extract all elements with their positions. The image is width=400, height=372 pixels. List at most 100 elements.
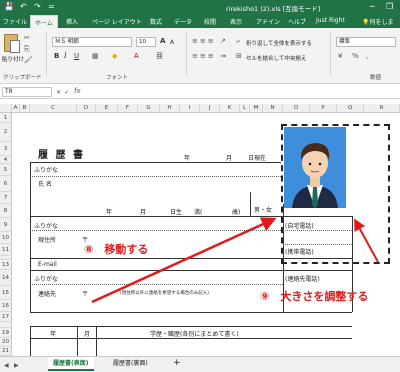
row-header[interactable]: 16 — [0, 300, 12, 312]
row-header[interactable]: 11 — [0, 244, 12, 256]
font-size-box[interactable]: 10 — [136, 37, 156, 47]
row-header[interactable]: 19 — [0, 328, 12, 338]
currency-icon[interactable]: ¥ — [338, 52, 342, 61]
column-header[interactable]: J — [200, 104, 220, 113]
row-header[interactable]: 17 — [0, 312, 12, 322]
ribbon-home: 貼り付け ✂ ⎘ 🖌 クリップボード ＭＳ 明朝 10 A A B I U ▦ … — [0, 28, 400, 84]
italic-button[interactable]: I — [64, 52, 67, 61]
tell-me-box[interactable]: 💡何をしま — [362, 17, 394, 26]
customize-quick-access-icon[interactable]: = — [48, 2, 55, 12]
enter-icon[interactable]: ✓ — [64, 88, 69, 97]
email-label: E-mail — [38, 261, 57, 268]
name-box[interactable]: T8 — [2, 87, 52, 97]
name-label: 氏 名 — [38, 181, 52, 188]
wrap-text-button[interactable]: 折り返して全体を表示する — [246, 39, 312, 47]
column-header[interactable]: Q — [337, 104, 364, 113]
tab-help[interactable]: ヘルプ — [288, 17, 306, 26]
column-header[interactable]: E — [96, 104, 118, 113]
merge-center-icon[interactable]: ⊞ — [236, 52, 242, 61]
indent-icon[interactable]: ⇥ — [220, 52, 226, 61]
wrap-text-icon[interactable]: ⤶ — [236, 37, 240, 46]
row-header[interactable]: 20 — [0, 338, 12, 347]
tab-file[interactable]: ファイル — [3, 17, 27, 26]
redo-icon[interactable]: ↷ — [34, 2, 41, 12]
column-header[interactable]: O — [283, 104, 310, 113]
font-color-icon[interactable]: A — [134, 52, 139, 61]
fill-color-icon[interactable]: ◆ — [112, 52, 117, 61]
merge-center-button[interactable]: セルを結合して中央揃え — [246, 54, 306, 62]
scroll-left-icon[interactable]: ◀ — [4, 361, 9, 370]
column-header[interactable]: P — [310, 104, 337, 113]
row-header[interactable]: 15 — [0, 286, 12, 300]
column-header[interactable]: B — [20, 104, 30, 113]
tab-insert[interactable]: 挿入 — [66, 17, 78, 26]
borders-icon[interactable]: ▦ — [92, 52, 99, 61]
tab-data[interactable]: データ — [174, 17, 192, 26]
column-header[interactable]: F — [118, 104, 138, 113]
tab-home[interactable]: ホーム — [30, 15, 58, 28]
paste-icon[interactable] — [4, 34, 20, 53]
bold-button[interactable]: B — [54, 52, 59, 61]
row-header[interactable]: 4 — [0, 156, 12, 164]
number-format-box[interactable]: 標準 — [336, 37, 396, 47]
insert-function-button[interactable]: fx — [74, 87, 81, 95]
percent-button[interactable]: % — [352, 52, 359, 61]
vertical-align-icons[interactable]: ≡≡≡ — [192, 37, 216, 45]
minimize-button[interactable]: ─ — [370, 2, 375, 11]
add-sheet-button[interactable]: + — [168, 357, 186, 371]
column-header[interactable]: H — [160, 104, 180, 113]
column-header[interactable]: M — [250, 104, 263, 113]
tab-page-layout[interactable]: ページ レイアウト — [92, 17, 142, 26]
row-header[interactable]: 3 — [0, 142, 12, 156]
row-header[interactable]: 9 — [0, 218, 12, 232]
save-icon[interactable]: 💾 — [4, 2, 14, 12]
row-header[interactable]: 6 — [0, 176, 12, 192]
restore-button[interactable]: ❐ — [386, 2, 393, 11]
row-header[interactable]: 7 — [0, 192, 12, 204]
ribbon-separator — [330, 32, 331, 76]
tab-formulas[interactable]: 数式 — [150, 17, 162, 26]
underline-button[interactable]: U — [74, 52, 79, 61]
phonetic-guide-icon[interactable]: 亜 — [156, 52, 163, 61]
font-name-box[interactable]: ＭＳ 明朝 — [52, 37, 132, 47]
cut-icon[interactable]: ✂ — [24, 34, 30, 43]
row-header[interactable]: 13 — [0, 260, 12, 270]
address-label: 現住所 — [38, 237, 57, 244]
row-header[interactable]: 10 — [0, 232, 12, 244]
grow-font-icon[interactable]: A — [160, 37, 165, 46]
copy-icon[interactable]: ⎘ — [24, 45, 30, 54]
row-header[interactable]: 5 — [0, 164, 12, 176]
comma-icon[interactable]: , — [366, 52, 368, 61]
tab-just-right[interactable]: Just Right — [316, 17, 345, 24]
column-header[interactable]: C — [30, 104, 77, 113]
column-header[interactable]: L — [240, 104, 250, 113]
undo-icon[interactable]: ↶ — [20, 2, 27, 12]
format-painter-icon[interactable]: 🖌 — [24, 56, 33, 65]
column-header[interactable]: A — [12, 104, 20, 113]
row-header[interactable]: 8 — [0, 204, 12, 218]
row-header[interactable]: 14 — [0, 270, 12, 286]
paste-button[interactable]: 貼り付け — [2, 55, 24, 63]
form-line — [30, 312, 352, 313]
column-header[interactable]: N — [263, 104, 283, 113]
column-header[interactable]: K — [220, 104, 240, 113]
column-header[interactable]: D — [77, 104, 96, 113]
history-month-header: 月 — [84, 331, 91, 338]
row-header[interactable]: 1 — [0, 113, 12, 123]
row-header[interactable]: 2 — [0, 123, 12, 142]
row-header[interactable]: 21 — [0, 347, 12, 356]
select-all-corner[interactable] — [0, 104, 12, 113]
sheet-tab-front[interactable]: 履歴書(表面) — [48, 357, 94, 371]
column-header[interactable]: G — [138, 104, 160, 113]
shrink-font-icon[interactable]: A — [170, 38, 174, 47]
column-header[interactable]: I — [180, 104, 200, 113]
cancel-icon[interactable]: ✕ — [56, 88, 61, 97]
tab-view[interactable]: 表示 — [230, 17, 242, 26]
sheet-tab-back[interactable]: 履歴書(裏面) — [108, 357, 153, 371]
column-header[interactable]: R — [364, 104, 400, 113]
tab-review[interactable]: 校閲 — [204, 17, 216, 26]
scroll-right-icon[interactable]: ▶ — [14, 361, 19, 370]
tab-addins[interactable]: アドイン — [256, 17, 280, 26]
horizontal-align-icons[interactable]: ≡≡≡ — [192, 52, 216, 60]
orientation-icon[interactable]: ↗ — [220, 37, 226, 46]
